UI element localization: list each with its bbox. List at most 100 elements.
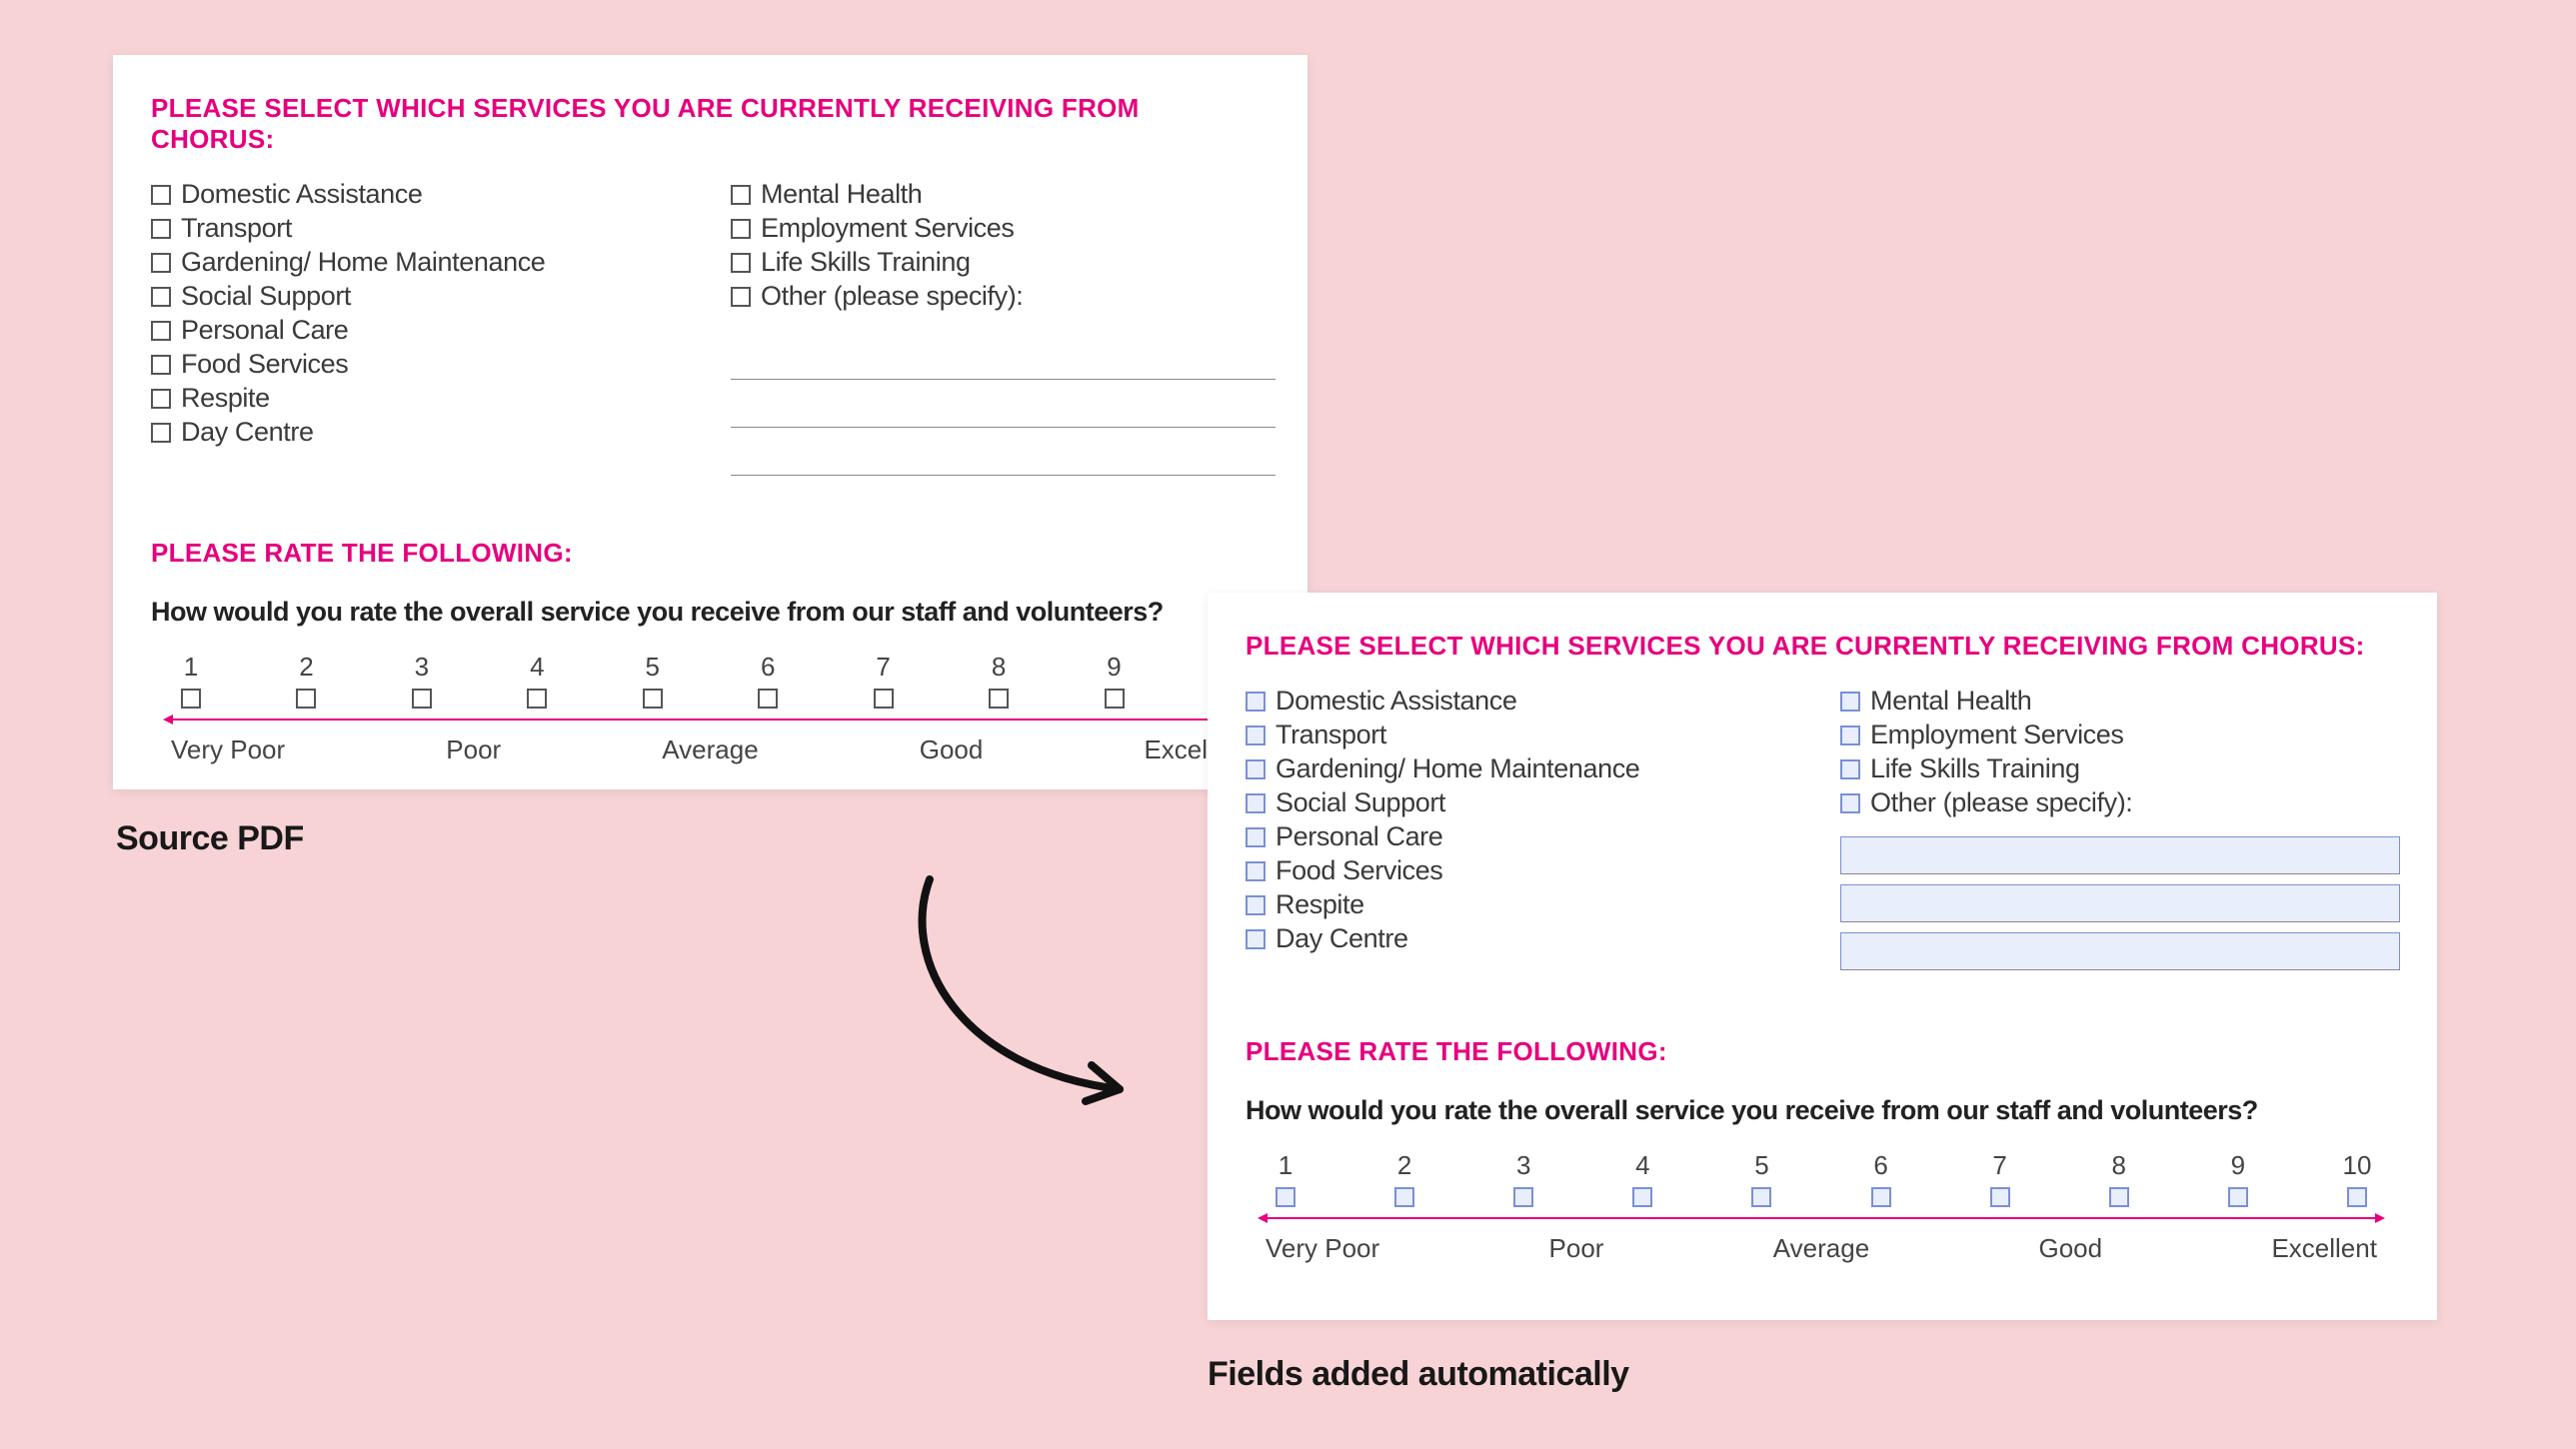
checkbox-label: Respite [1276, 891, 1364, 918]
checkbox-label: Gardening/ Home Maintenance [1276, 755, 1639, 782]
scale-checkbox[interactable] [2347, 1187, 2367, 1207]
auto-text-fields [1840, 836, 2400, 970]
checkbox-label: Personal Care [181, 317, 348, 344]
scale-arrow-icon [171, 719, 1250, 721]
checkbox-label: Social Support [181, 283, 351, 310]
scale-num: 2 [286, 652, 326, 683]
caption-source: Source PDF [116, 819, 304, 858]
services-heading: PLEASE SELECT WHICH SERVICES YOU ARE CUR… [151, 93, 1270, 155]
checkbox-icon [151, 355, 171, 375]
checkbox-label: Food Services [181, 351, 348, 378]
checkbox-label: Social Support [1276, 789, 1445, 816]
scale-checkbox[interactable] [1632, 1187, 1652, 1207]
checkbox-icon[interactable] [1246, 692, 1266, 712]
scale-labels: Very Poor Poor Average Good Excellent [1266, 1233, 2377, 1264]
checkbox-icon [731, 219, 751, 239]
checkbox-item[interactable]: Employment Services [1840, 722, 2400, 748]
services-row: Domestic Assistance Transport Gardening/… [151, 181, 1270, 482]
checkbox-label: Respite [181, 385, 270, 412]
scale-checkbox[interactable] [2109, 1187, 2129, 1207]
scale-checkbox[interactable] [1751, 1187, 1771, 1207]
checkbox-label: Food Services [1276, 857, 1442, 884]
text-input[interactable] [1840, 884, 2400, 922]
checkbox-icon[interactable] [1246, 861, 1266, 881]
scale-checkbox [874, 689, 894, 709]
scale-labels: Very Poor Poor Average Good Excellent [171, 734, 1250, 765]
scale-checkbox [181, 689, 201, 709]
rating-scale: 1 2 3 4 5 6 7 8 9 10 Very Poor Poor [1246, 1150, 2437, 1264]
text-input[interactable] [1840, 836, 2400, 874]
checkbox-item[interactable]: Domestic Assistance [1246, 688, 1800, 715]
scale-num: 9 [1095, 652, 1135, 683]
checkbox-item[interactable]: Day Centre [1246, 925, 1800, 952]
checkbox-item[interactable]: Life Skills Training [1840, 755, 2400, 782]
scale-num: 4 [1622, 1150, 1662, 1181]
curved-arrow-icon [870, 869, 1190, 1129]
checkbox-item[interactable]: Mental Health [1840, 688, 2400, 715]
checkbox-icon [731, 287, 751, 307]
checkbox-icon[interactable] [1246, 827, 1266, 847]
scale-checkbox[interactable] [1871, 1187, 1891, 1207]
services-row: Domestic Assistance Transport Gardening/… [1246, 688, 2437, 980]
scale-checkbox[interactable] [1276, 1187, 1295, 1207]
checkbox-item: Food Services [151, 351, 691, 378]
scale-checkbox[interactable] [1394, 1187, 1414, 1207]
checkbox-icon[interactable] [1246, 929, 1266, 949]
checkbox-icon[interactable] [1840, 759, 1860, 779]
checkbox-item[interactable]: Respite [1246, 891, 1800, 918]
checkbox-icon[interactable] [1246, 725, 1266, 745]
checkbox-item: Life Skills Training [731, 249, 1276, 276]
source-pdf-card: PLEASE SELECT WHICH SERVICES YOU ARE CUR… [113, 55, 1307, 789]
scale-label: Very Poor [171, 734, 285, 765]
checkbox-icon[interactable] [1840, 692, 1860, 712]
checkbox-item: Employment Services [731, 215, 1276, 242]
scale-num: 4 [517, 652, 557, 683]
checkbox-item[interactable]: Other (please specify): [1840, 789, 2400, 816]
scale-checkbox[interactable] [2228, 1187, 2248, 1207]
scale-num: 5 [1741, 1150, 1781, 1181]
scale-checkbox [527, 689, 547, 709]
scale-num: 1 [1266, 1150, 1305, 1181]
scale-num: 2 [1384, 1150, 1424, 1181]
scale-num: 8 [979, 652, 1019, 683]
scale-label: Good [920, 734, 984, 765]
checkbox-item: Mental Health [731, 181, 1276, 208]
checkbox-icon [731, 253, 751, 273]
checkbox-icon[interactable] [1246, 759, 1266, 779]
write-in-line [731, 434, 1276, 476]
caption-result: Fields added automatically [1208, 1355, 1629, 1394]
write-in-line [731, 386, 1276, 428]
checkbox-icon [151, 423, 171, 443]
checkbox-label: Day Centre [181, 419, 314, 446]
checkbox-icon[interactable] [1246, 793, 1266, 813]
checkbox-icon [151, 389, 171, 409]
scale-checkbox[interactable] [1513, 1187, 1533, 1207]
checkbox-icon [151, 287, 171, 307]
checkbox-icon [731, 185, 751, 205]
scale-checkbox [643, 689, 663, 709]
checkbox-icon[interactable] [1246, 895, 1266, 915]
checkbox-item[interactable]: Gardening/ Home Maintenance [1246, 755, 1800, 782]
scale-num: 7 [864, 652, 904, 683]
text-input[interactable] [1840, 932, 2400, 970]
checkbox-icon[interactable] [1840, 725, 1860, 745]
scale-checkboxes [1266, 1187, 2377, 1207]
checkbox-icon [151, 321, 171, 341]
checkbox-item[interactable]: Personal Care [1246, 823, 1800, 850]
scale-checkbox[interactable] [1990, 1187, 2010, 1207]
checkbox-label: Mental Health [1870, 688, 2031, 715]
checkbox-icon[interactable] [1840, 793, 1860, 813]
checkbox-label: Domestic Assistance [181, 181, 423, 208]
checkbox-label: Domestic Assistance [1276, 688, 1517, 715]
checkbox-label: Transport [1276, 722, 1386, 748]
scale-arrow-icon [1266, 1217, 2377, 1219]
checkbox-item[interactable]: Food Services [1246, 857, 1800, 884]
checkbox-label: Gardening/ Home Maintenance [181, 249, 545, 276]
rate-question: How would you rate the overall service y… [1246, 1095, 2437, 1126]
checkbox-item[interactable]: Social Support [1246, 789, 1800, 816]
write-in-line [731, 338, 1276, 380]
checkbox-label: Other (please specify): [1870, 789, 2132, 816]
checkbox-item[interactable]: Transport [1246, 722, 1800, 748]
write-in-lines [731, 338, 1276, 476]
checkbox-icon [151, 219, 171, 239]
